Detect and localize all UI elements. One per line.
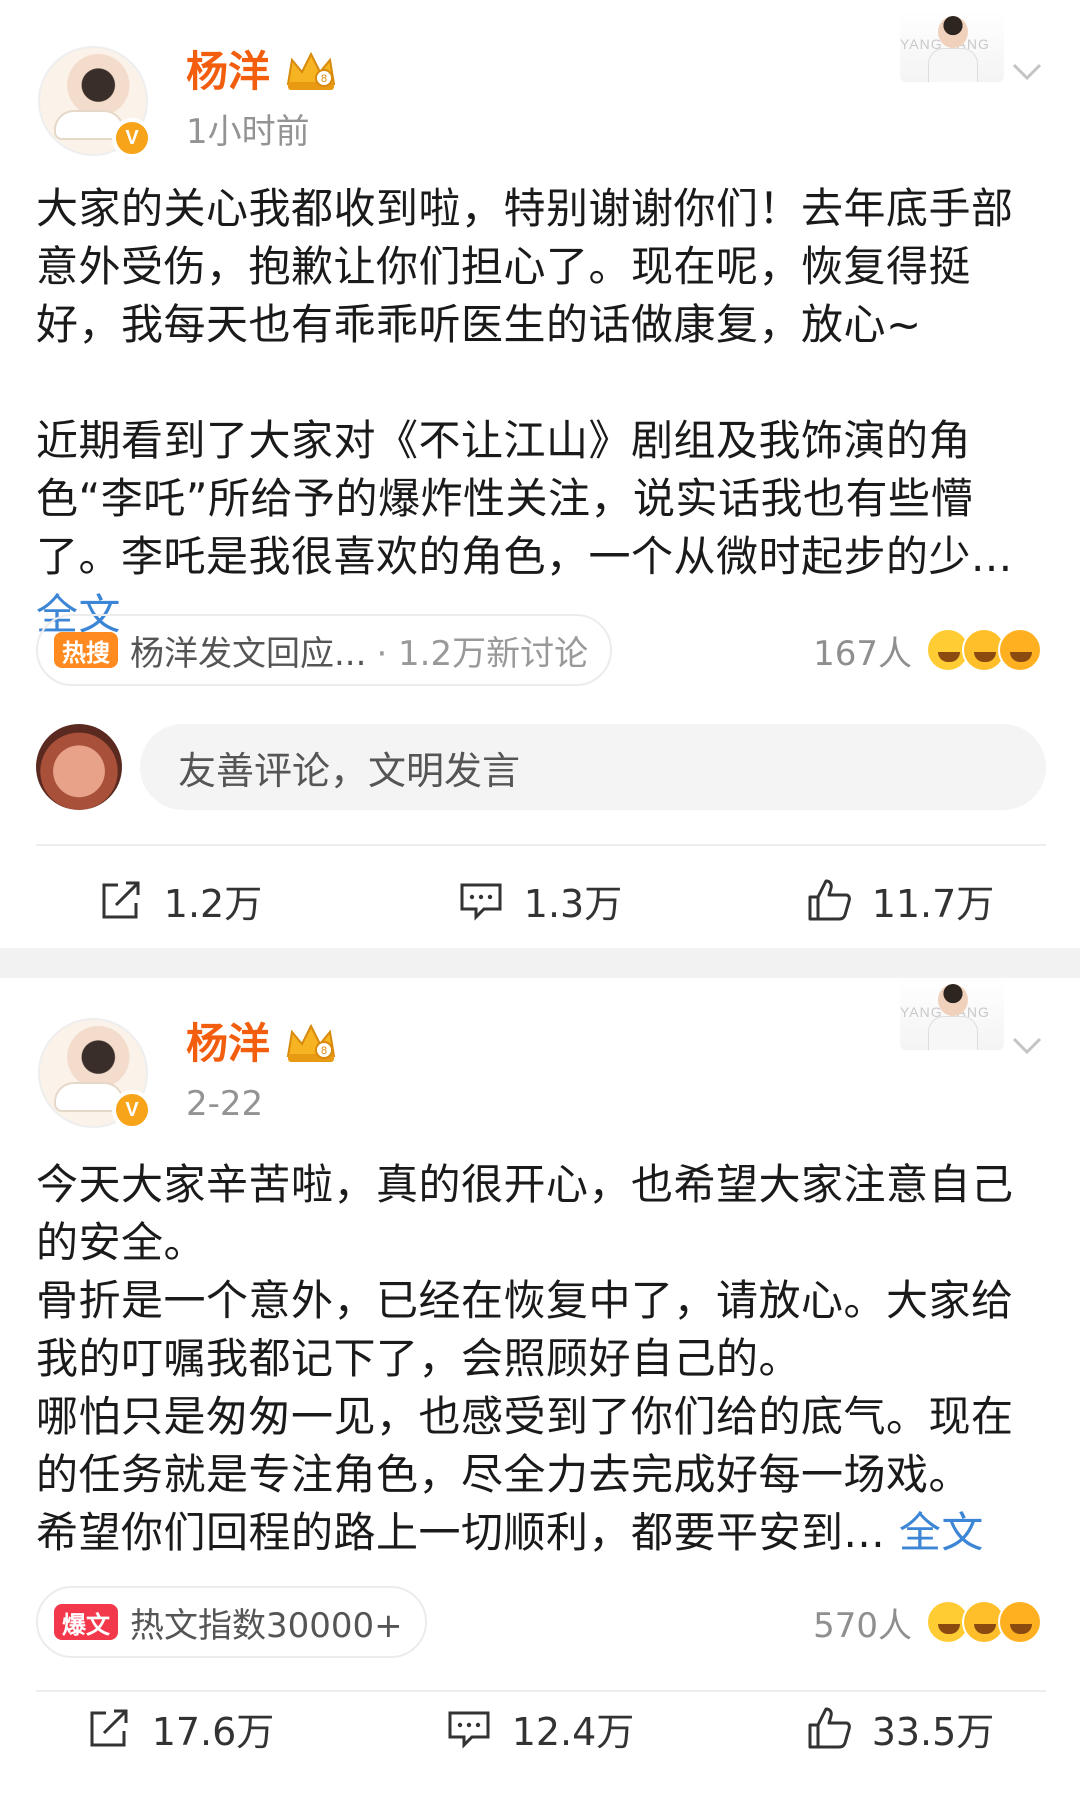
- hot-search-discussion: · 1.2万新讨论: [376, 633, 589, 674]
- svg-text:8: 8: [321, 1045, 327, 1057]
- like-button[interactable]: 11.7万: [720, 860, 1080, 940]
- post-paragraph: 近期看到了大家对《不让江山》剧组及我饰演的角色“李吒”所给予的爆炸性关注，说实话…: [36, 416, 1013, 581]
- comment-icon: [460, 883, 502, 921]
- repost-button[interactable]: 1.2万: [0, 860, 360, 940]
- like-icon: [808, 1707, 851, 1749]
- post-paragraph: 希望你们回程的路上一切顺利，都要平安到...: [36, 1508, 886, 1557]
- repost-icon: [102, 881, 140, 919]
- user-avatar: [36, 724, 122, 810]
- like-icon: [808, 879, 851, 921]
- reactions[interactable]: 167人: [813, 620, 1042, 680]
- comment-button[interactable]: 12.4万: [360, 1688, 720, 1768]
- comment-count: 1.3万: [523, 881, 623, 926]
- like-button[interactable]: 33.5万: [720, 1688, 1080, 1768]
- repost-count: 17.6万: [151, 1709, 275, 1754]
- like-count: 33.5万: [871, 1709, 995, 1754]
- post-time: 2-22: [186, 1084, 264, 1124]
- comment-count: 12.4万: [511, 1709, 635, 1754]
- card-decoration[interactable]: YANG YANG: [900, 10, 1004, 82]
- post-paragraph: 哪怕只是匆匆一见，也感受到了你们给的底气。现在的任务就是专注角色，尽全力去完成好…: [36, 1392, 1014, 1499]
- post-time: 1小时前: [186, 112, 310, 152]
- hot-search-tag[interactable]: 热搜 杨洋发文回应... · 1.2万新讨论: [36, 614, 613, 686]
- post-content: 大家的关心我都收到啦，特别谢谢你们！去年底手部意外受伤，抱歉让你们担心了。现在呢…: [36, 180, 1046, 644]
- crown-icon: 8: [286, 51, 336, 90]
- hot-search-badge: 热搜: [54, 632, 118, 668]
- reaction-count: 167人: [813, 633, 912, 674]
- action-bar: 1.2万 1.3万 11.7万: [0, 860, 1080, 940]
- post-separator: [0, 948, 1080, 978]
- emoji-icon: [998, 1600, 1042, 1644]
- post-content: 今天大家辛苦啦，真的很开心，也希望大家注意自己的安全。 骨折是一个意外，已经在恢…: [36, 1156, 1046, 1562]
- hot-article-badge: 爆文: [54, 1604, 118, 1640]
- post-paragraph: 大家的关心我都收到啦，特别谢谢你们！去年底手部意外受伤，抱歉让你们担心了。现在呢…: [36, 184, 1014, 349]
- post-paragraph: 今天大家辛苦啦，真的很开心，也希望大家注意自己的安全。: [36, 1160, 1014, 1267]
- comment-input[interactable]: 友善评论，文明发言: [140, 724, 1046, 810]
- full-text-link[interactable]: 全文: [899, 1508, 984, 1557]
- comment-icon: [448, 1711, 490, 1749]
- hot-article-text: 热文指数30000+: [130, 1605, 403, 1646]
- author-name[interactable]: 杨洋: [186, 1016, 270, 1072]
- verified-v-icon: V: [112, 1090, 152, 1130]
- action-bar: 17.6万 12.4万 33.5万: [0, 1688, 1080, 1768]
- chevron-down-icon[interactable]: [1010, 1028, 1044, 1062]
- svg-text:8: 8: [321, 73, 327, 85]
- like-count: 11.7万: [871, 881, 995, 926]
- reaction-count: 570人: [813, 1605, 912, 1646]
- chevron-down-icon[interactable]: [1010, 54, 1044, 88]
- divider: [36, 844, 1046, 846]
- reactions[interactable]: 570人: [813, 1592, 1042, 1652]
- weibo-post: V 杨洋 8 1小时前 YANG YANG 大家的关心我都收到啦，特别谢谢你们！…: [0, 0, 1080, 948]
- card-decoration[interactable]: YANG YANG: [900, 978, 1004, 1050]
- hot-search-text: 杨洋发文回应...: [130, 633, 367, 674]
- hot-article-tag[interactable]: 爆文 热文指数30000+: [36, 1586, 427, 1658]
- comment-button[interactable]: 1.3万: [360, 860, 720, 940]
- emoji-icon: [998, 628, 1042, 672]
- repost-icon: [90, 1709, 128, 1747]
- repost-count: 1.2万: [163, 881, 263, 926]
- weibo-post: V 杨洋 8 2-22 YANG YANG 今天大家辛苦啦，真的很开心，也希望大…: [0, 978, 1080, 1796]
- repost-button[interactable]: 17.6万: [0, 1688, 360, 1768]
- verified-v-icon: V: [112, 118, 152, 158]
- crown-icon: 8: [286, 1023, 336, 1062]
- post-paragraph: 骨折是一个意外，已经在恢复中了，请放心。大家给我的叮嘱我都记下了，会照顾好自己的…: [36, 1276, 1014, 1383]
- author-name[interactable]: 杨洋: [186, 44, 270, 100]
- comment-row: 友善评论，文明发言: [36, 720, 1046, 812]
